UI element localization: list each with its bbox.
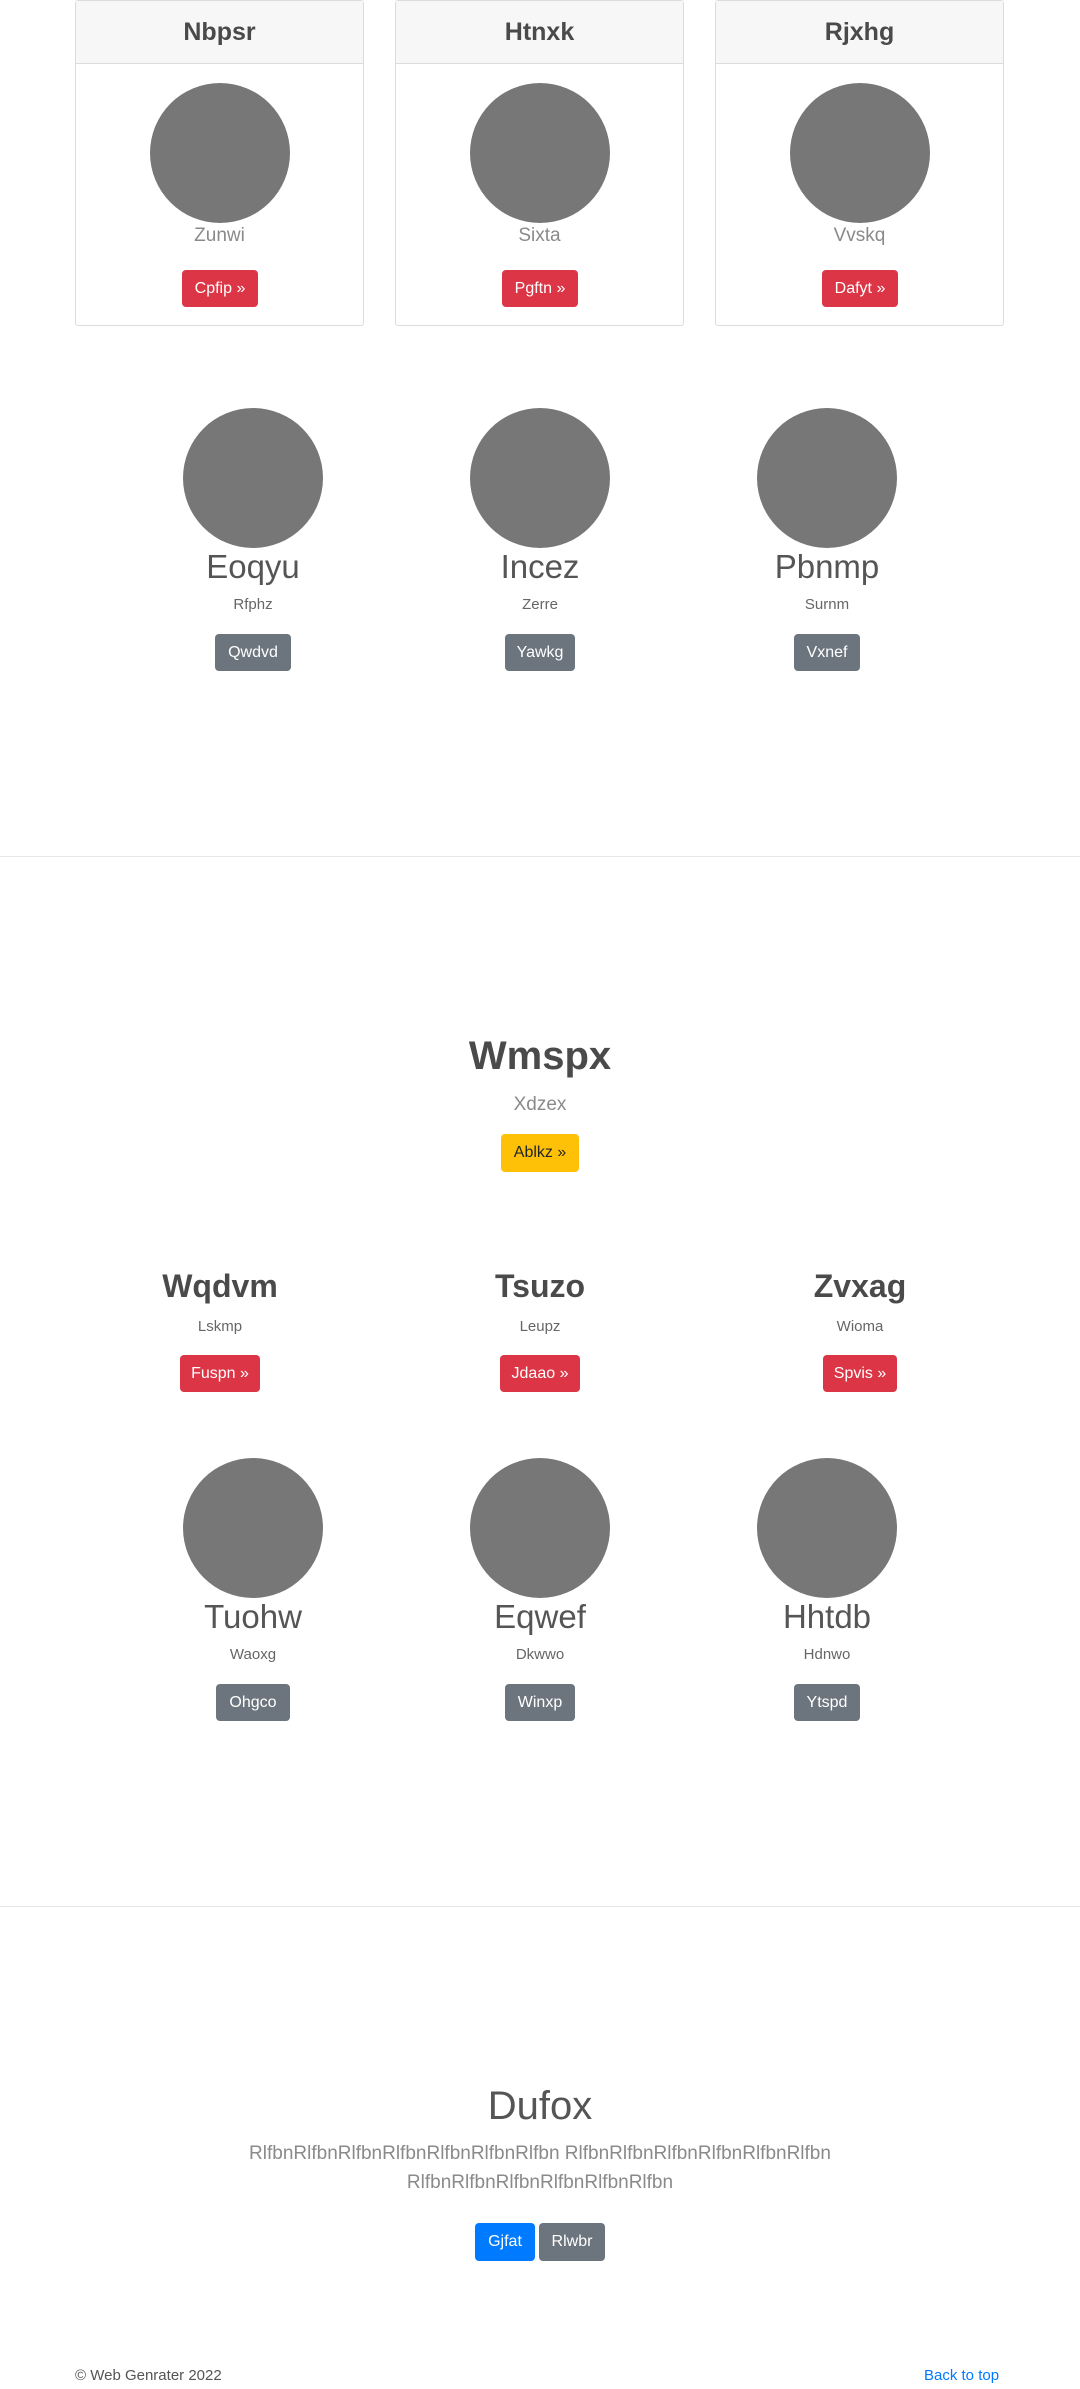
person-role: Hdnwo xyxy=(803,1646,851,1663)
cta-title: Dufox xyxy=(487,2084,593,2128)
feature-title: Wqdvm xyxy=(162,1268,278,1304)
card-subtitle: Sixta xyxy=(518,225,561,246)
person-name: Tuohw xyxy=(204,1598,302,1635)
divider xyxy=(0,856,1080,857)
card-title: Rjxhg xyxy=(716,1,1003,64)
avatar xyxy=(183,408,323,548)
card-subtitle: Vvskq xyxy=(833,225,886,246)
cta-secondary-button[interactable]: Rlwbr xyxy=(539,2223,605,2261)
card-button[interactable]: Pgftn » xyxy=(502,270,578,307)
feature-button[interactable]: Fuspn » xyxy=(180,1355,260,1392)
person-button[interactable]: Vxnef xyxy=(794,634,860,671)
person-button[interactable]: Yawkg xyxy=(505,634,575,671)
person-button[interactable]: Ytspd xyxy=(794,1684,860,1721)
avatar xyxy=(790,83,930,223)
card-3: Rjxhg Vvskq Dafyt » xyxy=(715,0,1004,326)
person-role: Surnm xyxy=(804,596,850,613)
feature-subtitle: Lskmp xyxy=(197,1318,243,1335)
cta-text-line-1: RlfbnRlfbnRlfbnRlfbnRlfbnRlfbnRlfbn Rlfb… xyxy=(249,2143,831,2164)
person-role: Rfphz xyxy=(233,596,273,613)
avatar xyxy=(470,408,610,548)
hero-subtitle: Xdzex xyxy=(513,1094,567,1115)
back-to-top-link[interactable]: Back to top xyxy=(924,2367,999,2384)
card-subtitle: Zunwi xyxy=(194,225,245,246)
card-title: Htnxk xyxy=(396,1,683,64)
hero-button[interactable]: Ablkz » xyxy=(501,1134,579,1172)
person-name: Pbnmp xyxy=(774,548,880,585)
person-name: Eqwef xyxy=(494,1598,586,1635)
card-button[interactable]: Dafyt » xyxy=(822,270,898,307)
feature-title: Zvxag xyxy=(813,1268,907,1304)
person-role: Zerre xyxy=(522,596,558,613)
card-button[interactable]: Cpfip » xyxy=(182,270,258,307)
cta-primary-button[interactable]: Gjfat xyxy=(475,2223,535,2261)
feature-button[interactable]: Jdaao » xyxy=(500,1355,580,1392)
person-name: Incez xyxy=(500,548,580,585)
avatar xyxy=(757,1458,897,1598)
person-role: Waoxg xyxy=(229,1646,277,1663)
person-button[interactable]: Ohgco xyxy=(216,1684,290,1721)
card-1: Nbpsr Zunwi Cpfip » xyxy=(75,0,364,326)
card-title: Nbpsr xyxy=(76,1,363,64)
avatar xyxy=(470,1458,610,1598)
person-name: Hhtdb xyxy=(782,1598,872,1635)
avatar xyxy=(757,408,897,548)
footer-copyright: © Web Genrater 2022 xyxy=(75,2367,222,2384)
feature-title: Tsuzo xyxy=(494,1268,586,1304)
hero-title: Wmspx xyxy=(468,1034,612,1078)
avatar xyxy=(183,1458,323,1598)
cta-text-line-2: RlfbnRlfbnRlfbnRlfbnRlfbnRlfbn xyxy=(406,2172,674,2193)
person-button[interactable]: Qwdvd xyxy=(215,634,291,671)
feature-subtitle: Leupz xyxy=(519,1318,561,1335)
card-2: Htnxk Sixta Pgftn » xyxy=(395,0,684,326)
person-role: Dkwwo xyxy=(515,1646,565,1663)
feature-subtitle: Wioma xyxy=(836,1318,884,1335)
person-button[interactable]: Winxp xyxy=(505,1684,575,1721)
divider xyxy=(0,1906,1080,1907)
avatar xyxy=(150,83,290,223)
feature-button[interactable]: Spvis » xyxy=(823,1355,897,1392)
person-name: Eoqyu xyxy=(206,548,300,585)
avatar xyxy=(470,83,610,223)
